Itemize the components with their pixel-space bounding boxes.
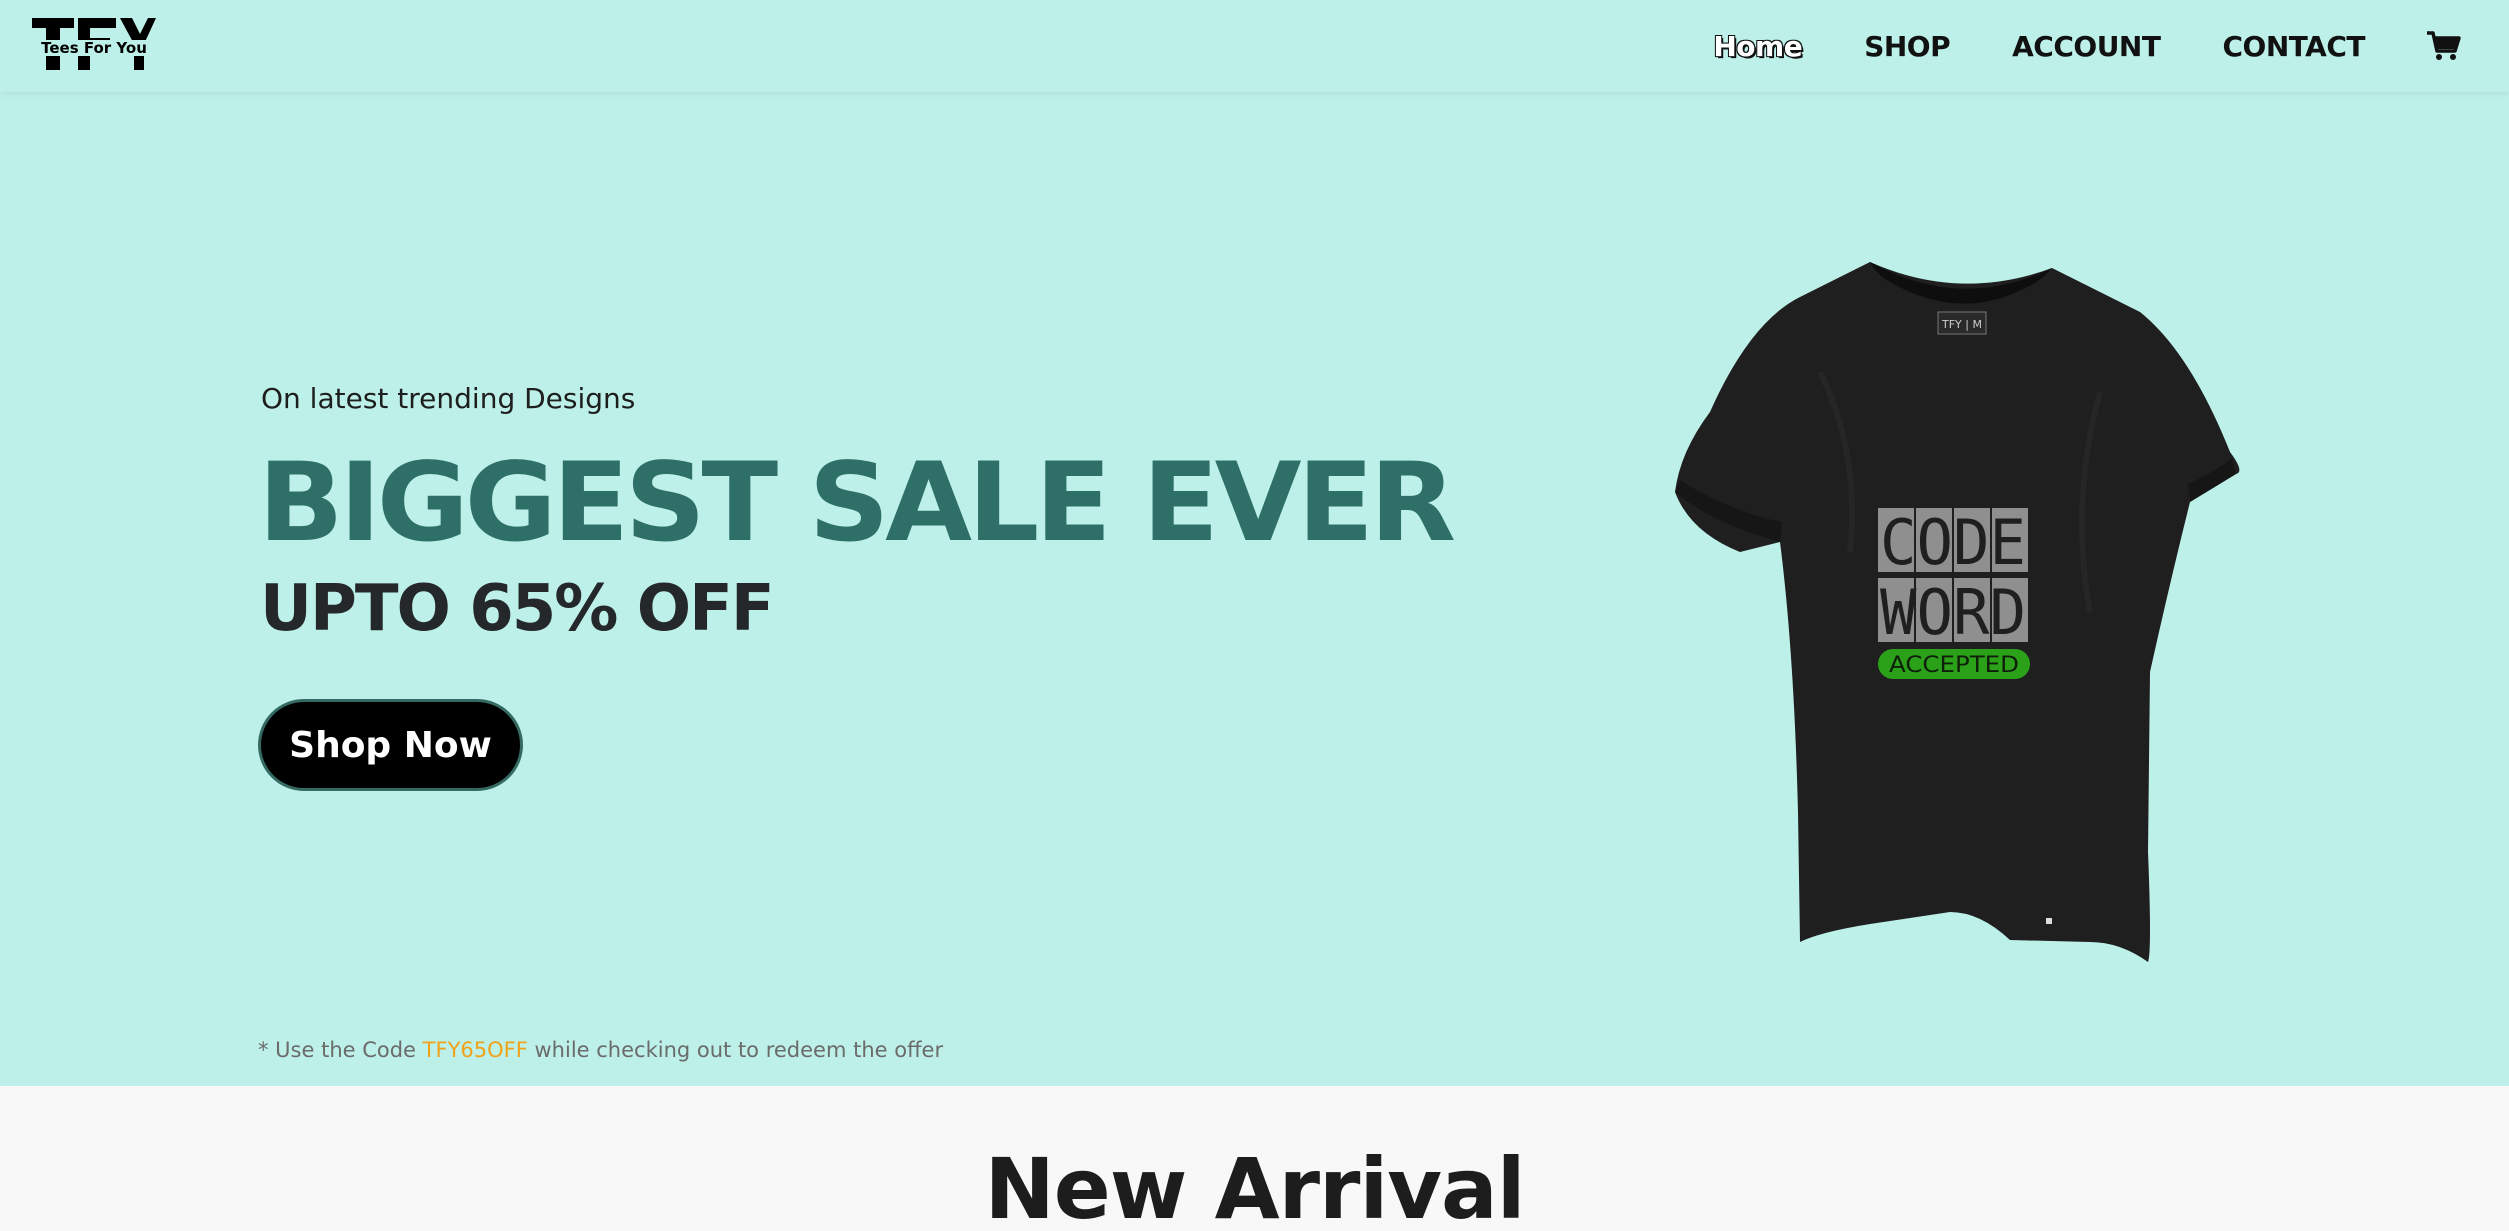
- shop-now-button[interactable]: Shop Now: [258, 699, 523, 791]
- shirt-print-line2: WORD: [1880, 576, 2026, 649]
- cart-icon[interactable]: [2427, 31, 2461, 61]
- nav-contact[interactable]: CONTACT: [2222, 30, 2365, 63]
- nav-links: Home SHOP ACCOUNT CONTACT: [1713, 0, 2509, 92]
- logo[interactable]: Tees For You: [32, 18, 156, 70]
- nav-account[interactable]: ACCOUNT: [2012, 30, 2161, 63]
- shirt-print-badge: ACCEPTED: [1889, 653, 2019, 678]
- promo-code: TFY65OFF: [422, 1038, 528, 1062]
- product-tshirt-image[interactable]: TFY | M CODE WORD ACCEPTED: [1670, 252, 2250, 982]
- promo-note-suffix: while checking out to redeem the offer: [527, 1038, 944, 1062]
- promo-note: * Use the Code TFY65OFF while checking o…: [258, 1038, 943, 1062]
- hero-banner: On latest trending Designs BIGGEST SALE …: [0, 92, 2509, 1086]
- nav-home[interactable]: Home: [1713, 30, 1802, 63]
- shirt-print-line1: CODE: [1880, 506, 2026, 579]
- navbar: Tees For You Home SHOP ACCOUNT CONTACT: [0, 0, 2509, 92]
- hero-discount: UPTO 65% OFF: [260, 572, 775, 646]
- neck-label: TFY | M: [1941, 318, 1982, 331]
- logo-tagline: Tees For You: [41, 39, 147, 57]
- nav-shop[interactable]: SHOP: [1864, 30, 1950, 63]
- promo-note-prefix: * Use the Code: [258, 1038, 423, 1062]
- hero-subtitle: On latest trending Designs: [261, 382, 636, 415]
- hero-title: BIGGEST SALE EVER: [258, 438, 1456, 567]
- new-arrival-heading: New Arrival: [984, 1140, 1525, 1231]
